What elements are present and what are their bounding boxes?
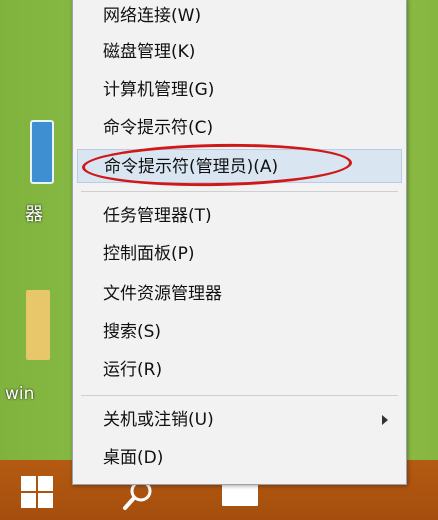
menu-item-label: 磁盘管理(K) [103, 42, 196, 62]
desktop-app-icon[interactable] [30, 120, 54, 184]
chevron-right-icon [382, 415, 388, 425]
menu-item-command-prompt-admin[interactable]: 命令提示符(管理员)(A) [77, 149, 402, 183]
window-icon[interactable] [222, 484, 258, 506]
menu-item-label: 命令提示符(管理员)(A) [104, 157, 279, 177]
menu-item-file-explorer[interactable]: 文件资源管理器 [77, 277, 402, 311]
menu-item-label: 命令提示符(C) [103, 118, 214, 138]
menu-item-label: 网络连接(W) [103, 6, 202, 26]
menu-item-label: 运行(R) [103, 360, 163, 380]
menu-item-label: 任务管理器(T) [103, 206, 212, 226]
menu-item-network-connections[interactable]: 网络连接(W) [77, 0, 402, 33]
menu-item-disk-management[interactable]: 磁盘管理(K) [77, 35, 402, 69]
context-menu: 网络连接(W) 磁盘管理(K) 计算机管理(G) 命令提示符(C) 命令提示符(… [72, 0, 407, 485]
windows-logo-icon[interactable] [20, 475, 54, 509]
menu-item-label: 控制面板(P) [103, 244, 195, 264]
menu-item-search[interactable]: 搜索(S) [77, 315, 402, 349]
menu-item-label: 搜索(S) [103, 322, 162, 342]
desktop-folder-icon[interactable] [26, 290, 50, 360]
menu-item-task-manager[interactable]: 任务管理器(T) [77, 199, 402, 233]
desktop-folder-label: win [5, 384, 35, 404]
menu-item-shutdown-signout[interactable]: 关机或注销(U) [77, 403, 402, 437]
menu-separator [81, 191, 398, 192]
menu-separator [81, 395, 398, 396]
menu-item-run[interactable]: 运行(R) [77, 353, 402, 387]
menu-item-desktop[interactable]: 桌面(D) [77, 441, 402, 475]
menu-item-control-panel[interactable]: 控制面板(P) [77, 237, 402, 271]
menu-item-computer-management[interactable]: 计算机管理(G) [77, 73, 402, 107]
menu-item-label: 文件资源管理器 [103, 284, 222, 304]
menu-item-command-prompt[interactable]: 命令提示符(C) [77, 111, 402, 145]
menu-item-label: 计算机管理(G) [103, 80, 215, 100]
desktop-icon-label: 器 [25, 204, 43, 225]
menu-item-label: 关机或注销(U) [103, 410, 214, 430]
menu-item-label: 桌面(D) [103, 448, 164, 468]
